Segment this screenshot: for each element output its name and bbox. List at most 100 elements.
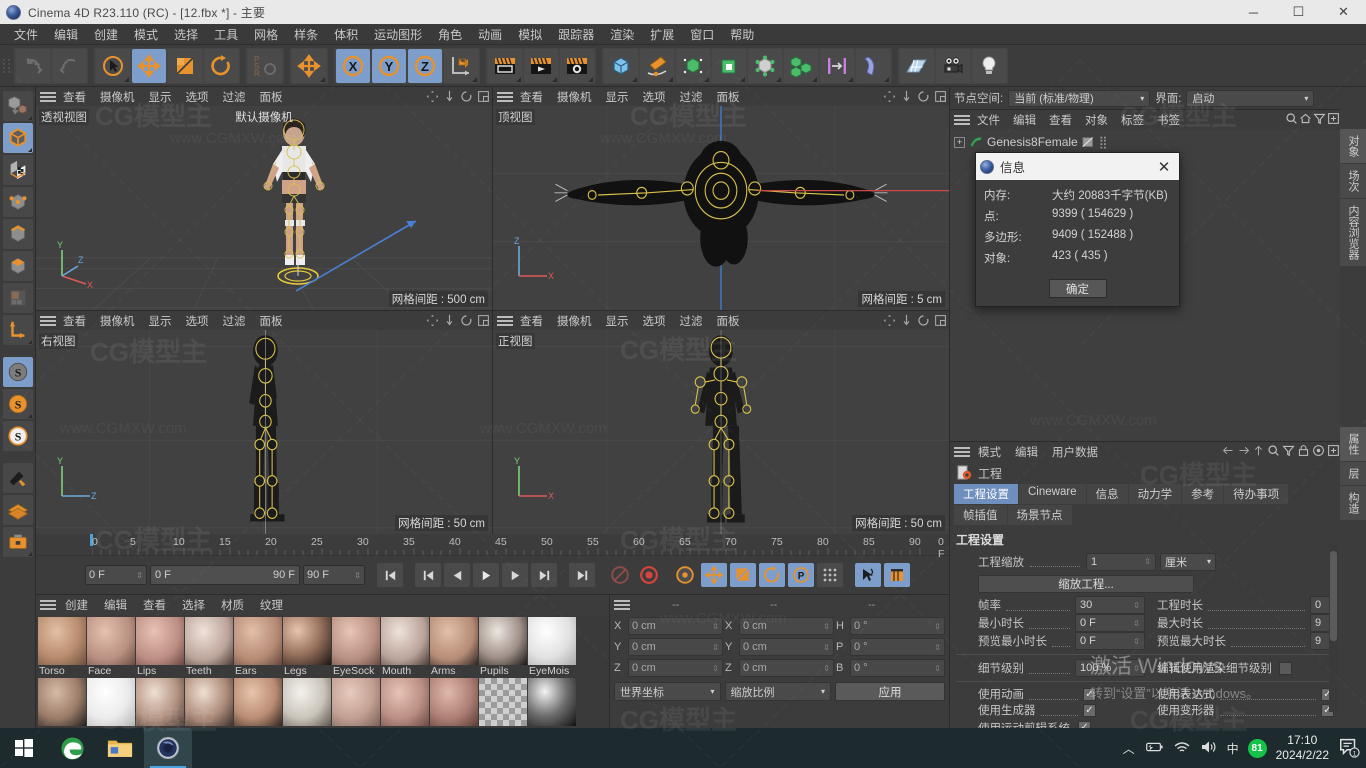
goto-end-icon[interactable] bbox=[569, 563, 595, 587]
menu-item-mode[interactable]: 模式 bbox=[126, 24, 166, 45]
vp1-menu-filter[interactable]: 过滤 bbox=[216, 88, 253, 106]
project-scale-field[interactable]: 1 ⇳ bbox=[1086, 552, 1156, 571]
viewport-perspective-canvas[interactable]: Y Z X 透视视图 默认摄像机 网格间距: 500 cm bbox=[36, 106, 492, 310]
attr-menu-userdata[interactable]: 用户数据 bbox=[1046, 442, 1104, 462]
attribute-manager-menu-icon[interactable] bbox=[954, 445, 970, 459]
menu-item-volume[interactable]: 体积 bbox=[326, 24, 366, 45]
generator-icon[interactable] bbox=[676, 48, 710, 83]
vp4-menu-camera[interactable]: 摄像机 bbox=[550, 312, 599, 330]
vp3-rotate-icon[interactable] bbox=[458, 312, 475, 329]
attr-menu-mode[interactable]: 模式 bbox=[972, 442, 1007, 462]
coord-position-z-field[interactable]: 0 cm ⇳ bbox=[628, 659, 723, 677]
coord-rotation-p-field[interactable]: 0 ° ⇳ bbox=[850, 638, 945, 656]
object-menu-bookmark[interactable]: 书签 bbox=[1151, 110, 1186, 130]
vp1-menu-display[interactable]: 显示 bbox=[142, 88, 179, 106]
vp1-rotate-icon[interactable] bbox=[458, 88, 475, 105]
viewport-front-menu-icon[interactable] bbox=[497, 314, 513, 328]
render-settings-icon[interactable] bbox=[560, 48, 594, 83]
cinema4d-icon[interactable] bbox=[144, 728, 192, 768]
sound-icon[interactable] bbox=[855, 563, 881, 587]
menu-item-animation[interactable]: 动画 bbox=[470, 24, 510, 45]
material-swatch-grid[interactable]: Torso Face Lips Teeth Ears Legs EyeSock … bbox=[36, 615, 609, 728]
fps-field[interactable]: 30 ⇳ bbox=[1075, 596, 1145, 614]
model-mode-icon[interactable] bbox=[2, 123, 33, 153]
vp3-menu-panel[interactable]: 面板 bbox=[253, 312, 290, 330]
material-item[interactable]: Legs bbox=[283, 617, 331, 677]
menu-item-help[interactable]: 帮助 bbox=[722, 24, 762, 45]
use-motionclip-checkbox[interactable]: ✓ bbox=[1078, 721, 1091, 728]
camera-icon[interactable] bbox=[936, 48, 970, 83]
use-generator-checkbox[interactable]: ✓ bbox=[1083, 703, 1096, 717]
material-menu-icon[interactable] bbox=[40, 598, 56, 612]
next-frame-icon[interactable] bbox=[502, 563, 528, 587]
menu-item-mesh[interactable]: 网格 bbox=[246, 24, 286, 45]
vp2-menu-filter[interactable]: 过滤 bbox=[673, 88, 710, 106]
scene-node-icon[interactable] bbox=[748, 48, 782, 83]
vp1-menu-view[interactable]: 查看 bbox=[56, 88, 93, 106]
notification-icon[interactable]: 1 bbox=[1338, 736, 1360, 761]
chevron-up-icon[interactable]: ︿ bbox=[1123, 740, 1135, 757]
record-points-icon[interactable] bbox=[817, 563, 843, 587]
object-row-genesis8female[interactable]: + Genesis8Female ⣿ bbox=[954, 133, 1340, 151]
vp1-menu-camera[interactable]: 摄像机 bbox=[93, 88, 142, 106]
filter-icon[interactable] bbox=[1313, 112, 1326, 128]
vtab-takes[interactable]: 场次 bbox=[1340, 164, 1366, 198]
prev-key-icon[interactable] bbox=[415, 563, 441, 587]
object-manager-menu-icon[interactable] bbox=[954, 113, 970, 127]
target-icon[interactable] bbox=[1312, 444, 1325, 460]
edges-mode-icon[interactable] bbox=[2, 219, 33, 249]
record-rotation-icon[interactable] bbox=[759, 563, 785, 587]
material-menu-edit[interactable]: 编辑 bbox=[97, 595, 134, 615]
prev-frame-icon[interactable] bbox=[444, 563, 470, 587]
tab-frame-interpolation[interactable]: 帧插值 bbox=[954, 505, 1007, 525]
material-item[interactable]: Torso bbox=[38, 617, 86, 677]
coord-size-z-field[interactable]: 0 cm ⇳ bbox=[739, 659, 834, 677]
mograph-icon[interactable] bbox=[820, 48, 854, 83]
vp1-maximize-icon[interactable] bbox=[475, 88, 492, 105]
vtab-layers[interactable]: 层 bbox=[1340, 462, 1366, 485]
vp3-menu-filter[interactable]: 过滤 bbox=[216, 312, 253, 330]
vp3-zoom-icon[interactable] bbox=[441, 312, 458, 329]
vp4-menu-view[interactable]: 查看 bbox=[513, 312, 550, 330]
object-menu-view[interactable]: 查看 bbox=[1043, 110, 1078, 130]
timeline-icon[interactable] bbox=[884, 563, 910, 587]
info-dialog[interactable]: 信息 ✕ 内存: 大约 20883千字节(KB) 点: 9399 ( 15462… bbox=[975, 152, 1180, 307]
snap-enable-icon[interactable]: S bbox=[2, 357, 33, 387]
make-editable-icon[interactable] bbox=[2, 91, 33, 121]
scale-project-button[interactable]: 缩放工程... bbox=[978, 574, 1194, 593]
workplane-icon[interactable]: S bbox=[2, 421, 33, 451]
viewport-top[interactable]: 查看 摄像机 显示 选项 过滤 面板 Z X 顶视图 网格间距: 5 cm bbox=[493, 87, 949, 310]
material-item[interactable] bbox=[185, 678, 233, 726]
material-item[interactable] bbox=[136, 678, 184, 726]
record-key-icon[interactable] bbox=[636, 563, 662, 587]
menu-item-edit[interactable]: 编辑 bbox=[46, 24, 86, 45]
scale-icon[interactable] bbox=[168, 48, 202, 83]
lod-field[interactable]: 100 % ⇳ bbox=[1075, 659, 1145, 677]
vp2-zoom-icon[interactable] bbox=[898, 88, 915, 105]
vp4-zoom-icon[interactable] bbox=[898, 312, 915, 329]
vp2-pan-icon[interactable] bbox=[881, 88, 898, 105]
menu-item-window[interactable]: 窗口 bbox=[682, 24, 722, 45]
texture-mode-icon[interactable] bbox=[2, 155, 33, 185]
material-menu-view[interactable]: 查看 bbox=[136, 595, 173, 615]
light-icon[interactable] bbox=[972, 48, 1006, 83]
viewport-perspective[interactable]: 查看 摄像机 显示 选项 过滤 面板 Y Z X 透视视图 默认摄像机 网格间距… bbox=[36, 87, 492, 310]
material-item[interactable] bbox=[381, 678, 429, 726]
object-menu-object[interactable]: 对象 bbox=[1079, 110, 1114, 130]
taskbar-clock[interactable]: 17:10 2024/2/22 bbox=[1276, 733, 1329, 763]
vp3-maximize-icon[interactable] bbox=[475, 312, 492, 329]
vp1-menu-options[interactable]: 选项 bbox=[179, 88, 216, 106]
vtab-content-browser[interactable]: 内容浏览器 bbox=[1340, 199, 1366, 266]
cube-icon[interactable] bbox=[604, 48, 638, 83]
project-scale-unit-dropdown[interactable]: 厘米 ▾ bbox=[1160, 552, 1216, 571]
edge-browser-icon[interactable] bbox=[48, 728, 96, 768]
points-mode-icon[interactable] bbox=[2, 187, 33, 217]
coordinate-system-dropdown[interactable]: 世界坐标 ▾ bbox=[614, 682, 721, 701]
node-space-dropdown[interactable]: 当前 (标准/物理) ▾ bbox=[1008, 89, 1151, 107]
forward-arrow-icon[interactable] bbox=[1237, 444, 1250, 460]
material-item[interactable] bbox=[87, 678, 135, 726]
add-icon[interactable] bbox=[1327, 112, 1340, 128]
coord-size-y-field[interactable]: 0 cm ⇳ bbox=[739, 638, 834, 656]
menu-item-tools[interactable]: 工具 bbox=[206, 24, 246, 45]
coord-rotation-b-field[interactable]: 0 ° ⇳ bbox=[850, 659, 945, 677]
